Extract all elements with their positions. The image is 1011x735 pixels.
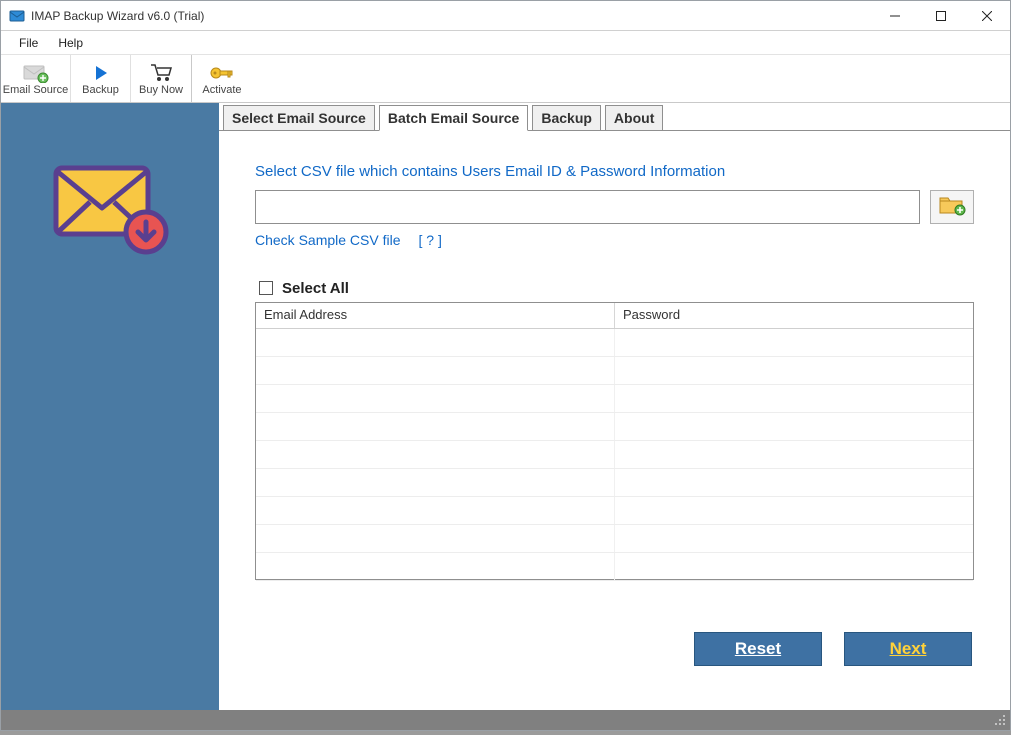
- tab-about[interactable]: About: [605, 105, 663, 131]
- maximize-button[interactable]: [918, 1, 964, 31]
- minimize-button[interactable]: [872, 1, 918, 31]
- toolbar-buy-now-label: Buy Now: [139, 84, 183, 96]
- window-title: IMAP Backup Wizard v6.0 (Trial): [31, 9, 204, 23]
- titlebar-left: IMAP Backup Wizard v6.0 (Trial): [1, 8, 204, 24]
- cell-email: [256, 385, 615, 412]
- cell-password: [615, 497, 973, 524]
- app-icon: [9, 8, 25, 24]
- toolbar-email-source[interactable]: Email Source: [1, 55, 71, 102]
- envelope-download-icon: [50, 158, 170, 263]
- tabs: Select Email Source Batch Email Source B…: [219, 103, 1010, 131]
- tab-backup[interactable]: Backup: [532, 105, 601, 131]
- browse-csv-button[interactable]: [930, 190, 974, 224]
- close-button[interactable]: [964, 1, 1010, 31]
- select-all-checkbox[interactable]: [259, 281, 273, 295]
- menubar: File Help: [1, 31, 1010, 55]
- cell-password: [615, 441, 973, 468]
- toolbar-email-source-label: Email Source: [3, 84, 68, 96]
- next-button[interactable]: Next: [844, 632, 972, 666]
- check-sample-csv-link[interactable]: Check Sample CSV file: [255, 232, 401, 248]
- table-row[interactable]: [256, 357, 973, 385]
- reset-button[interactable]: Reset: [694, 632, 822, 666]
- toolbar-backup-label: Backup: [82, 84, 119, 96]
- toolbar-activate-label: Activate: [202, 84, 241, 96]
- resize-grip-icon[interactable]: [992, 712, 1006, 729]
- statusbar: [1, 710, 1010, 730]
- key-icon: [209, 62, 235, 84]
- cell-email: [256, 553, 615, 580]
- table-row[interactable]: [256, 441, 973, 469]
- cell-email: [256, 413, 615, 440]
- shopping-cart-icon: [149, 62, 173, 84]
- help-link[interactable]: [ ? ]: [419, 232, 442, 248]
- table-row[interactable]: [256, 329, 973, 357]
- column-email[interactable]: Email Address: [256, 303, 615, 328]
- cell-password: [615, 329, 973, 356]
- csv-file-row: [255, 190, 974, 224]
- cell-password: [615, 553, 973, 580]
- grid-header: Email Address Password: [256, 303, 973, 329]
- table-row[interactable]: [256, 413, 973, 441]
- cell-email: [256, 497, 615, 524]
- folder-add-icon: [938, 194, 966, 221]
- sidebar: [1, 103, 219, 710]
- table-row[interactable]: [256, 497, 973, 525]
- table-row[interactable]: [256, 553, 973, 581]
- cell-email: [256, 329, 615, 356]
- grid-body: [256, 329, 973, 579]
- cell-email: [256, 469, 615, 496]
- credentials-grid[interactable]: Email Address Password: [255, 302, 974, 580]
- toolbar-buy-now[interactable]: Buy Now: [131, 55, 191, 102]
- menu-help[interactable]: Help: [48, 34, 93, 52]
- toolbar-backup[interactable]: Backup: [71, 55, 131, 102]
- cell-email: [256, 441, 615, 468]
- toolbar-activate[interactable]: Activate: [192, 55, 252, 102]
- footer-buttons: Reset Next: [694, 632, 972, 666]
- tab-select-email-source[interactable]: Select Email Source: [223, 105, 375, 131]
- select-all-label: Select All: [282, 280, 349, 297]
- select-all-row: Select All: [255, 278, 974, 298]
- cell-password: [615, 525, 973, 552]
- column-password[interactable]: Password: [615, 303, 973, 328]
- cell-password: [615, 469, 973, 496]
- body: Select Email Source Batch Email Source B…: [1, 103, 1010, 710]
- table-row[interactable]: [256, 525, 973, 553]
- cell-password: [615, 385, 973, 412]
- sample-link-row: Check Sample CSV file [ ? ]: [255, 232, 974, 248]
- tab-batch-email-source[interactable]: Batch Email Source: [379, 105, 529, 131]
- email-source-icon: [23, 62, 49, 84]
- cell-password: [615, 357, 973, 384]
- batch-email-source-panel: Select CSV file which contains Users Ema…: [219, 131, 1010, 710]
- app-window: IMAP Backup Wizard v6.0 (Trial) File Hel…: [0, 0, 1011, 731]
- content-area: Select Email Source Batch Email Source B…: [219, 103, 1010, 710]
- backup-play-icon: [92, 62, 110, 84]
- cell-email: [256, 357, 615, 384]
- menu-file[interactable]: File: [9, 34, 48, 52]
- csv-path-input[interactable]: [255, 190, 920, 224]
- table-row[interactable]: [256, 469, 973, 497]
- table-row[interactable]: [256, 385, 973, 413]
- toolbar: Email Source Backup Buy Now: [1, 55, 1010, 103]
- window-controls: [872, 1, 1010, 31]
- cell-password: [615, 413, 973, 440]
- cell-email: [256, 525, 615, 552]
- instruction-text: Select CSV file which contains Users Ema…: [255, 163, 974, 180]
- titlebar: IMAP Backup Wizard v6.0 (Trial): [1, 1, 1010, 31]
